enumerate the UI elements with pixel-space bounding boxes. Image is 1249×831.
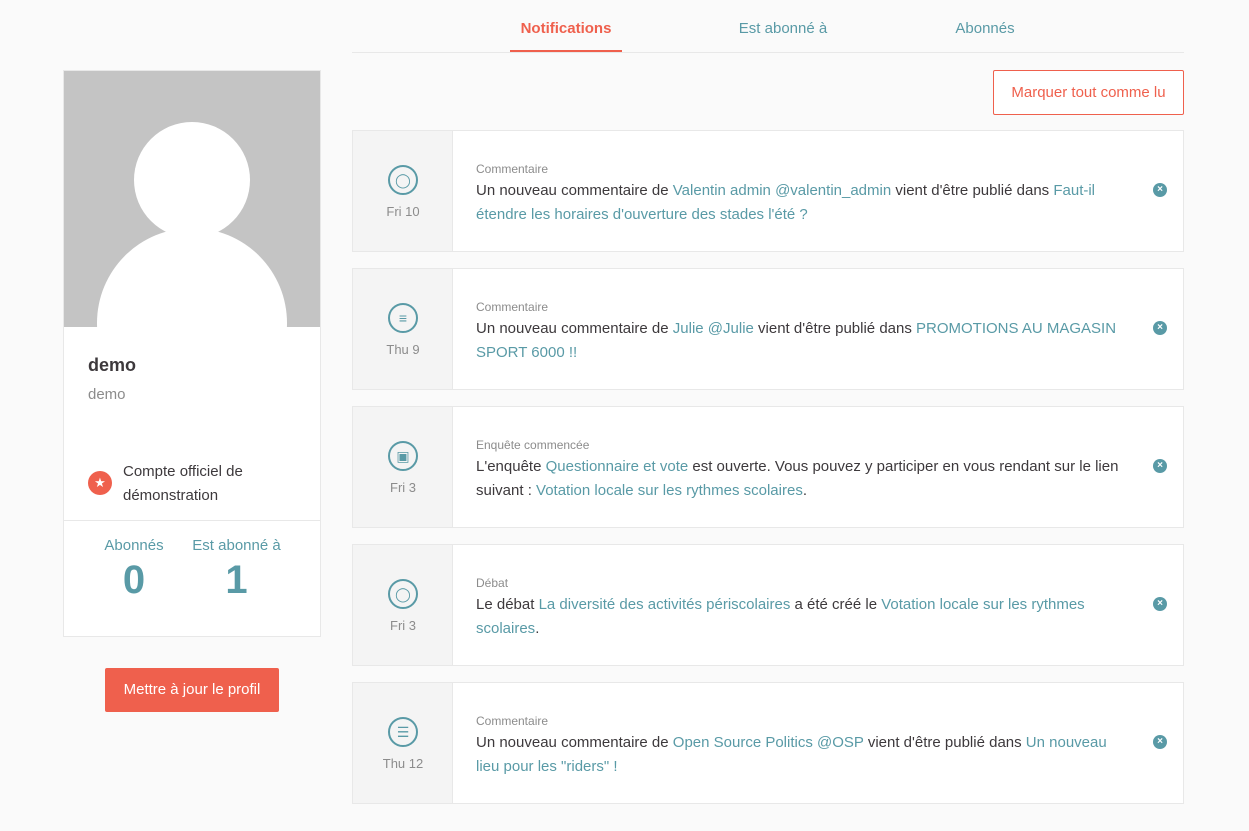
message-text: L'enquête [476,458,546,475]
followers-stat[interactable]: Abonnés 0 [94,537,174,603]
notification-day: Fri 3 [390,618,416,633]
notification-day: Fri 3 [390,480,416,495]
close-icon[interactable]: × [1153,183,1167,197]
author-link[interactable]: Open Source Politics @OSP [673,734,864,751]
notification-date-panel: ▣ Fri 3 [353,407,453,527]
close-icon[interactable]: × [1153,459,1167,473]
comment-bubble-icon: ◯ [388,579,418,609]
notification-card: ≡ Thu 9 Commentaire Un nouveau commentai… [352,268,1184,390]
author-link[interactable]: Valentin admin @valentin_admin [673,182,891,199]
notification-card: ▣ Fri 3 Enquête commencée L'enquête Ques… [352,406,1184,528]
tab-notifications[interactable]: Notifications [510,20,622,52]
notification-day: Thu 9 [386,342,420,357]
profile-tabs: Notifications Est abonné à Abonnés [352,0,1184,53]
debate-link[interactable]: La diversité des activités périscolaires [539,596,791,613]
update-profile-button[interactable]: Mettre à jour le profil [105,668,279,712]
notification-category: Débat [476,576,509,590]
notification-date-panel: ◯ Fri 10 [353,131,453,251]
profile-name: demo [88,355,137,375]
mark-all-read-button[interactable]: Marquer tout comme lu [993,70,1184,115]
official-label: Compte officiel de démonstration [123,463,243,504]
comment-bubble-icon: ◯ [388,165,418,195]
notification-category: Commentaire [476,714,549,728]
avatar [64,71,320,327]
message-text: vient d'être publié dans [753,320,917,337]
avatar-body [97,228,287,327]
clipboard-icon: ▣ [388,441,418,471]
notification-card: ◯ Fri 3 Débat Le débat La diversité des … [352,544,1184,666]
notification-date-panel: ☰ Thu 12 [353,683,453,803]
notification-message: Le débat La diversité des activités péri… [476,593,1126,641]
followers-count: 0 [122,558,146,602]
author-link[interactable]: Julie @Julie [673,320,754,337]
close-icon[interactable]: × [1153,597,1167,611]
message-text: vient d'être publié dans [891,182,1054,199]
message-text: Un nouveau commentaire de [476,734,673,751]
profile-card: demo demo ★ Compte officiel de démonstra… [63,70,321,637]
message-text: . [535,620,540,637]
text-lines-icon: ☰ [388,717,418,747]
message-text: Un nouveau commentaire de [476,182,673,199]
followers-label: Abonnés [104,537,164,554]
message-text: Le débat [476,596,539,613]
message-text: Un nouveau commentaire de [476,320,673,337]
star-icon: ★ [88,471,112,495]
notification-date-panel: ◯ Fri 3 [353,545,453,665]
tab-followers[interactable]: Abonnés [942,20,1028,52]
notification-day: Fri 10 [386,204,420,219]
close-icon[interactable]: × [1153,321,1167,335]
list-icon: ≡ [388,303,418,333]
notification-day: Thu 12 [382,756,424,771]
notification-card: ☰ Thu 12 Commentaire Un nouveau commenta… [352,682,1184,804]
message-text: a été créé le [790,596,882,613]
following-count: 1 [225,558,248,602]
notification-category: Commentaire [476,162,549,176]
notification-message: L'enquête Questionnaire et vote est ouve… [476,455,1126,503]
notification-category: Enquête commencée [476,438,590,452]
tab-following[interactable]: Est abonné à [723,20,843,52]
close-icon[interactable]: × [1153,735,1167,749]
profile-nickname: demo [88,386,126,403]
notification-message: Un nouveau commentaire de Open Source Po… [476,731,1126,779]
following-label: Est abonné à [192,537,281,554]
resource-link[interactable]: Votation locale sur les rythmes scolaire… [536,482,803,499]
notification-message: Un nouveau commentaire de Julie @Julie v… [476,317,1126,365]
divider [64,520,320,521]
notification-category: Commentaire [476,300,549,314]
notification-card: ◯ Fri 10 Commentaire Un nouveau commenta… [352,130,1184,252]
message-text: vient d'être publié dans [863,734,1026,751]
avatar-head [134,122,250,238]
notification-message: Un nouveau commentaire de Valentin admin… [476,179,1126,227]
following-stat[interactable]: Est abonné à 1 [184,537,289,603]
survey-link[interactable]: Questionnaire et vote [546,458,689,475]
message-text: . [802,482,807,499]
notification-date-panel: ≡ Thu 9 [353,269,453,389]
